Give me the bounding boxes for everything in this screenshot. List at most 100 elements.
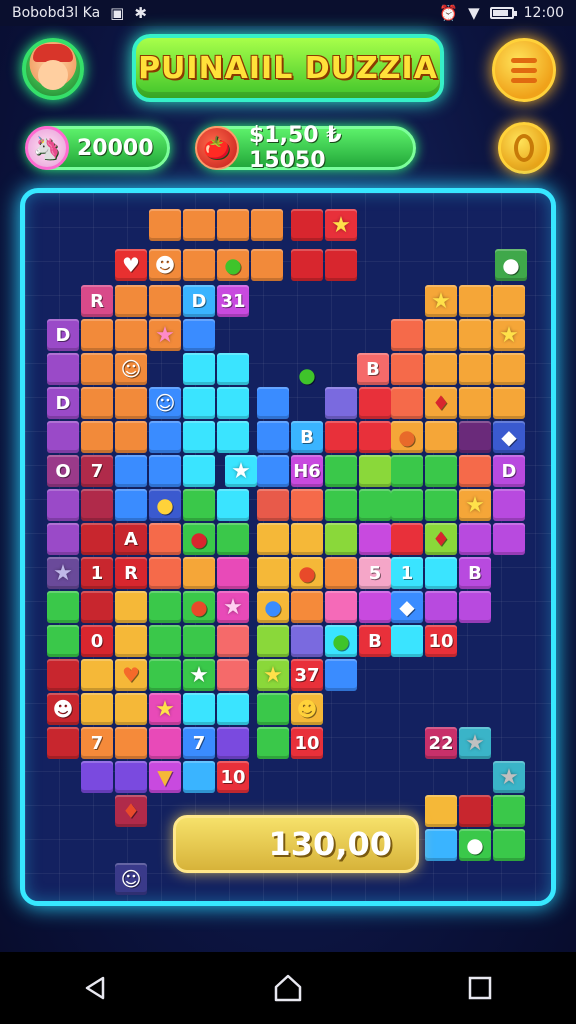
board-cell[interactable] [359,387,391,419]
board-cell[interactable] [459,319,491,351]
board-cell[interactable] [81,319,113,351]
board-cell[interactable] [359,489,391,521]
board-cell[interactable] [391,319,423,351]
board-cell[interactable] [183,761,215,793]
board-cell[interactable] [115,625,147,657]
chili-piece-icon[interactable]: ♦ [115,795,147,827]
board-cell[interactable] [115,693,147,725]
menu-button[interactable] [492,38,556,102]
board-cell[interactable] [257,489,289,521]
star-icon[interactable]: ★ [183,659,215,691]
board-cell[interactable] [217,353,249,385]
board-cell[interactable] [391,489,423,521]
recents-button[interactable] [450,958,510,1018]
board-cell[interactable] [81,421,113,453]
board-cell[interactable] [291,489,323,521]
board-cell[interactable] [257,557,289,589]
board-cell[interactable] [359,523,391,555]
cup-piece-icon[interactable]: ▼ [149,761,181,793]
ghost-piece-icon[interactable]: ☺ [115,353,147,385]
board-cell[interactable] [425,455,457,487]
board-cell[interactable] [217,727,249,759]
board-cell[interactable]: B [459,557,491,589]
board-cell[interactable] [81,761,113,793]
bird-piece-icon[interactable]: ● [257,591,289,623]
back-button[interactable] [66,958,126,1018]
board-cell[interactable] [81,353,113,385]
board-cell[interactable] [217,625,249,657]
board-cell[interactable]: 1 [391,557,423,589]
board-cell[interactable]: 37 [291,659,323,691]
mushroom-piece-icon[interactable]: ● [183,523,215,555]
star-icon[interactable]: ★ [47,557,79,589]
board-cell[interactable]: H6 [291,455,323,487]
board-cell[interactable] [493,829,525,861]
fish-piece-icon[interactable]: ● [391,421,423,453]
gem-piece-icon[interactable]: ◆ [493,421,525,453]
board-cell[interactable]: D [47,319,79,351]
home-button[interactable] [258,958,318,1018]
board-cell[interactable] [493,387,525,419]
board-cell[interactable]: 7 [81,727,113,759]
face-piece-icon[interactable]: ☻ [149,249,181,281]
board-cell[interactable] [149,591,181,623]
chick-piece-icon[interactable]: ● [149,489,181,521]
board-cell[interactable] [81,591,113,623]
board-cell[interactable] [183,249,215,281]
chick-piece-icon[interactable]: ☻ [291,693,323,725]
board-cell[interactable] [115,761,147,793]
board-cell[interactable] [81,489,113,521]
board-cell[interactable] [257,387,289,419]
board-cell[interactable] [325,455,357,487]
board-cell[interactable]: 10 [291,727,323,759]
board-cell[interactable] [149,625,181,657]
board-cell[interactable] [493,285,525,317]
frog-piece-icon[interactable]: ● [217,249,249,281]
board-cell[interactable] [149,659,181,691]
face-piece-icon[interactable]: ☻ [47,693,79,725]
board-cell[interactable] [291,625,323,657]
board-cell[interactable] [391,353,423,385]
ghost-piece-icon[interactable]: ☺ [149,387,181,419]
board-cell[interactable]: B [291,421,323,453]
board-cell[interactable]: B [359,625,391,657]
board-cell[interactable] [425,829,457,861]
board-cell[interactable] [47,353,79,385]
board-cell[interactable] [391,455,423,487]
board-cell[interactable] [183,693,215,725]
board-cell[interactable] [459,523,491,555]
board-cell[interactable] [257,693,289,725]
board-cell[interactable] [325,387,357,419]
board-cell[interactable] [81,693,113,725]
board-cell[interactable]: A [115,523,147,555]
heart-piece-icon[interactable]: ♥ [115,659,147,691]
star-icon[interactable]: ★ [459,727,491,759]
board-cell[interactable] [493,353,525,385]
board-cell[interactable] [359,455,391,487]
board-cell[interactable] [459,795,491,827]
board-cell[interactable] [149,209,181,241]
board-cell[interactable] [459,591,491,623]
board-cell[interactable] [217,387,249,419]
board-cell[interactable] [325,421,357,453]
coin-button[interactable] [498,122,550,174]
board-cell[interactable] [425,353,457,385]
board-cell[interactable] [217,523,249,555]
board-cell[interactable] [183,557,215,589]
board-cell[interactable] [115,421,147,453]
board-cell[interactable] [47,523,79,555]
frog-piece-icon[interactable]: ● [291,359,323,391]
board-cell[interactable] [325,659,357,691]
board-cell[interactable] [425,319,457,351]
board-cell[interactable]: 31 [217,285,249,317]
board-cell[interactable]: R [81,285,113,317]
board-cell[interactable] [425,421,457,453]
board-cell[interactable]: R [115,557,147,589]
board-cell[interactable] [251,209,283,241]
board-cell[interactable] [459,353,491,385]
board-cell[interactable] [251,249,283,281]
board-cell[interactable] [183,319,215,351]
board-cell[interactable]: 22 [425,727,457,759]
board-cell[interactable] [391,625,423,657]
board-cell[interactable] [183,353,215,385]
